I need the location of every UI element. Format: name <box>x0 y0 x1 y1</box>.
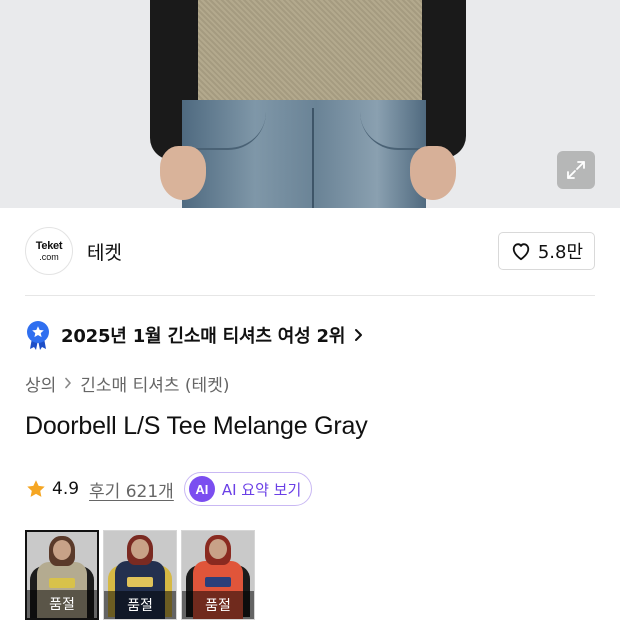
thumb-figure-graphic <box>49 578 75 588</box>
brand-name[interactable]: 테켓 <box>87 238 122 265</box>
soldout-label: 품절 <box>104 591 176 619</box>
image-jeans-seam <box>312 108 314 208</box>
brand-logo-line2: .com <box>39 251 59 262</box>
color-option-thumb[interactable]: 품절 <box>181 530 255 620</box>
color-option-thumb[interactable]: 품절 <box>103 530 177 620</box>
thumb-figure-graphic <box>127 577 153 587</box>
rating-value: 4.9 <box>52 479 80 499</box>
color-option-thumb[interactable]: 품절 <box>25 530 99 620</box>
ranking-link[interactable]: 2025년 1월 긴소매 티셔츠 여성 2위 <box>25 320 363 350</box>
brand-logo[interactable]: Teket .com <box>25 227 73 275</box>
ranking-badge-icon <box>27 321 49 350</box>
ai-summary-button[interactable]: AI AI 요약 보기 <box>183 472 313 506</box>
rating-row: 4.9 후기 621개 AI AI 요약 보기 <box>25 471 313 507</box>
star-icon <box>27 480 45 497</box>
brand-logo-line1: Teket <box>35 239 63 252</box>
review-count-link[interactable]: 후기 621개 <box>89 477 174 502</box>
chevron-right-icon <box>64 377 72 389</box>
ai-summary-label: AI 요약 보기 <box>221 480 302 499</box>
brand-row: Teket .com 테켓 5.8만 <box>25 226 595 276</box>
thumb-figure-head <box>209 539 227 559</box>
soldout-label: 품절 <box>27 590 97 618</box>
color-options: 품절 품절 품절 <box>25 530 255 620</box>
expand-icon <box>567 161 585 179</box>
thumb-figure-graphic <box>205 577 231 587</box>
heart-icon <box>512 243 529 261</box>
thumb-figure-head <box>53 540 71 560</box>
ai-badge-icon: AI <box>188 476 215 502</box>
breadcrumb-item-category[interactable]: 상의 <box>25 371 56 396</box>
thumb-figure-head <box>131 539 149 559</box>
breadcrumb-item-subcategory[interactable]: 긴소매 티셔츠 (테켓) <box>80 371 229 396</box>
soldout-label: 품절 <box>182 591 254 619</box>
breadcrumb: 상의 긴소매 티셔츠 (테켓) <box>25 370 229 396</box>
product-main-image[interactable] <box>0 0 620 208</box>
expand-image-button[interactable] <box>557 151 595 189</box>
ranking-text: 2025년 1월 긴소매 티셔츠 여성 2위 <box>61 326 346 347</box>
like-count: 5.8만 <box>537 242 583 263</box>
image-tee <box>198 0 422 108</box>
divider <box>25 295 595 296</box>
image-left-hand <box>160 146 206 200</box>
image-right-hand <box>410 146 456 200</box>
like-button[interactable]: 5.8만 <box>497 232 595 270</box>
product-title: Doorbell L/S Tee Melange Gray <box>25 412 368 440</box>
chevron-right-icon <box>353 328 363 342</box>
